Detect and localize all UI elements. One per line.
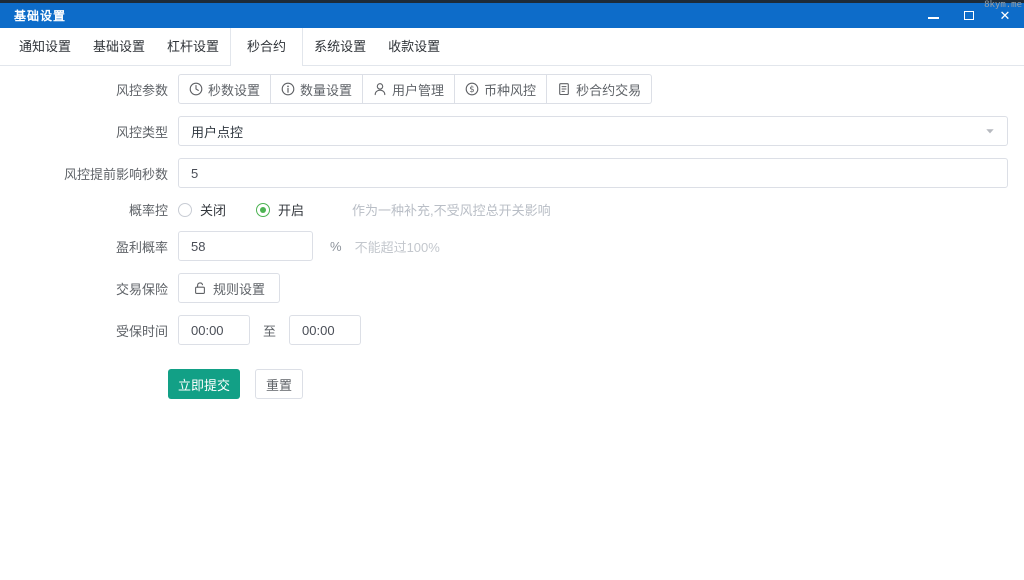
tab-basic-settings[interactable]: 基础设置 [82, 28, 156, 65]
advance-seconds-row: 风控提前影响秒数 [0, 158, 1024, 188]
tab-system-settings[interactable]: 系统设置 [303, 28, 377, 65]
button-label: 规则设置 [213, 279, 265, 298]
rule-settings-button[interactable]: 规则设置 [178, 273, 280, 303]
button-label: 秒合约交易 [576, 80, 641, 99]
minimize-icon [928, 17, 939, 19]
radio-on-label: 开启 [278, 200, 304, 219]
profit-probability-row: 盈利概率 % 不能超过100% [0, 231, 1024, 261]
clock-icon [189, 82, 203, 96]
tab-bar: 通知设置 基础设置 杠杆设置 秒合约 系统设置 收款设置 [0, 28, 1024, 66]
radio-unchecked-icon [178, 203, 192, 217]
maximize-button[interactable] [963, 8, 975, 24]
submit-button[interactable]: 立即提交 [168, 369, 240, 399]
time-range-separator: 至 [263, 321, 276, 340]
seconds-setting-button[interactable]: 秒数设置 [178, 74, 271, 104]
currency-risk-button[interactable]: $ 币种风控 [455, 74, 547, 104]
close-icon: ✕ [1000, 9, 1011, 22]
risk-type-select[interactable]: 用户点控 [178, 116, 1008, 146]
trade-insurance-label: 交易保险 [0, 279, 168, 298]
percent-unit: % [330, 239, 342, 254]
minimize-button[interactable] [927, 8, 939, 24]
probability-control-row: 概率控 关闭 开启 作为一种补充,不受风控总开关影响 [0, 200, 1024, 219]
insured-time-label: 受保时间 [0, 321, 168, 340]
advance-seconds-input[interactable] [178, 158, 1008, 188]
watermark: 8kym.me [984, 0, 1022, 10]
risk-type-row: 风控类型 用户点控 [0, 116, 1024, 146]
probability-control-label: 概率控 [0, 200, 168, 219]
titlebar: 基础设置 ✕ [0, 3, 1024, 28]
radio-off-label: 关闭 [200, 200, 226, 219]
dollar-icon: $ [465, 82, 479, 96]
profit-probability-input[interactable] [178, 231, 313, 261]
user-icon [373, 82, 387, 96]
tab-leverage-settings[interactable]: 杠杆设置 [156, 28, 230, 65]
tab-second-contract[interactable]: 秒合约 [230, 28, 303, 65]
app-window: 8kym.me 基础设置 ✕ 通知设置 基础设置 杠杆设置 秒合约 系统设置 收… [0, 0, 1024, 580]
info-icon [281, 82, 295, 96]
svg-text:$: $ [469, 85, 474, 95]
user-management-button[interactable]: 用户管理 [363, 74, 455, 104]
settings-form: 风控参数 秒数设置 数量设置 [0, 66, 1024, 399]
risk-type-label: 风控类型 [0, 122, 168, 141]
form-actions: 立即提交 重置 [168, 369, 1024, 399]
tab-payment-settings[interactable]: 收款设置 [377, 28, 451, 65]
radio-checked-icon [256, 203, 270, 217]
probability-hint: 作为一种补充,不受风控总开关影响 [352, 200, 551, 219]
probability-radio-on[interactable]: 开启 [256, 200, 304, 219]
button-label: 数量设置 [300, 80, 352, 99]
insured-time-row: 受保时间 至 [0, 315, 1024, 345]
contract-trade-button[interactable]: 秒合约交易 [547, 74, 652, 104]
window-title: 基础设置 [14, 7, 66, 24]
maximize-icon [964, 11, 974, 20]
button-label: 币种风控 [484, 80, 536, 99]
risk-params-button-group: 秒数设置 数量设置 用户管理 [178, 74, 652, 104]
profit-probability-hint: 不能超过100% [355, 237, 440, 256]
insured-time-from-input[interactable] [178, 315, 250, 345]
profit-probability-label: 盈利概率 [0, 237, 168, 256]
trade-insurance-row: 交易保险 规则设置 [0, 273, 1024, 303]
risk-params-label: 风控参数 [0, 80, 168, 99]
button-label: 用户管理 [392, 80, 444, 99]
button-label: 秒数设置 [208, 80, 260, 99]
probability-radio-group: 关闭 开启 [178, 200, 334, 219]
quantity-setting-button[interactable]: 数量设置 [271, 74, 363, 104]
lock-open-icon [193, 281, 207, 295]
advance-seconds-label: 风控提前影响秒数 [0, 164, 168, 183]
caret-down-icon [985, 126, 995, 136]
document-icon [557, 82, 571, 96]
risk-type-value: 用户点控 [191, 122, 243, 141]
insured-time-to-input[interactable] [289, 315, 361, 345]
tab-notify-settings[interactable]: 通知设置 [8, 28, 82, 65]
probability-radio-off[interactable]: 关闭 [178, 200, 226, 219]
risk-params-row: 风控参数 秒数设置 数量设置 [0, 74, 1024, 104]
reset-button[interactable]: 重置 [255, 369, 303, 399]
